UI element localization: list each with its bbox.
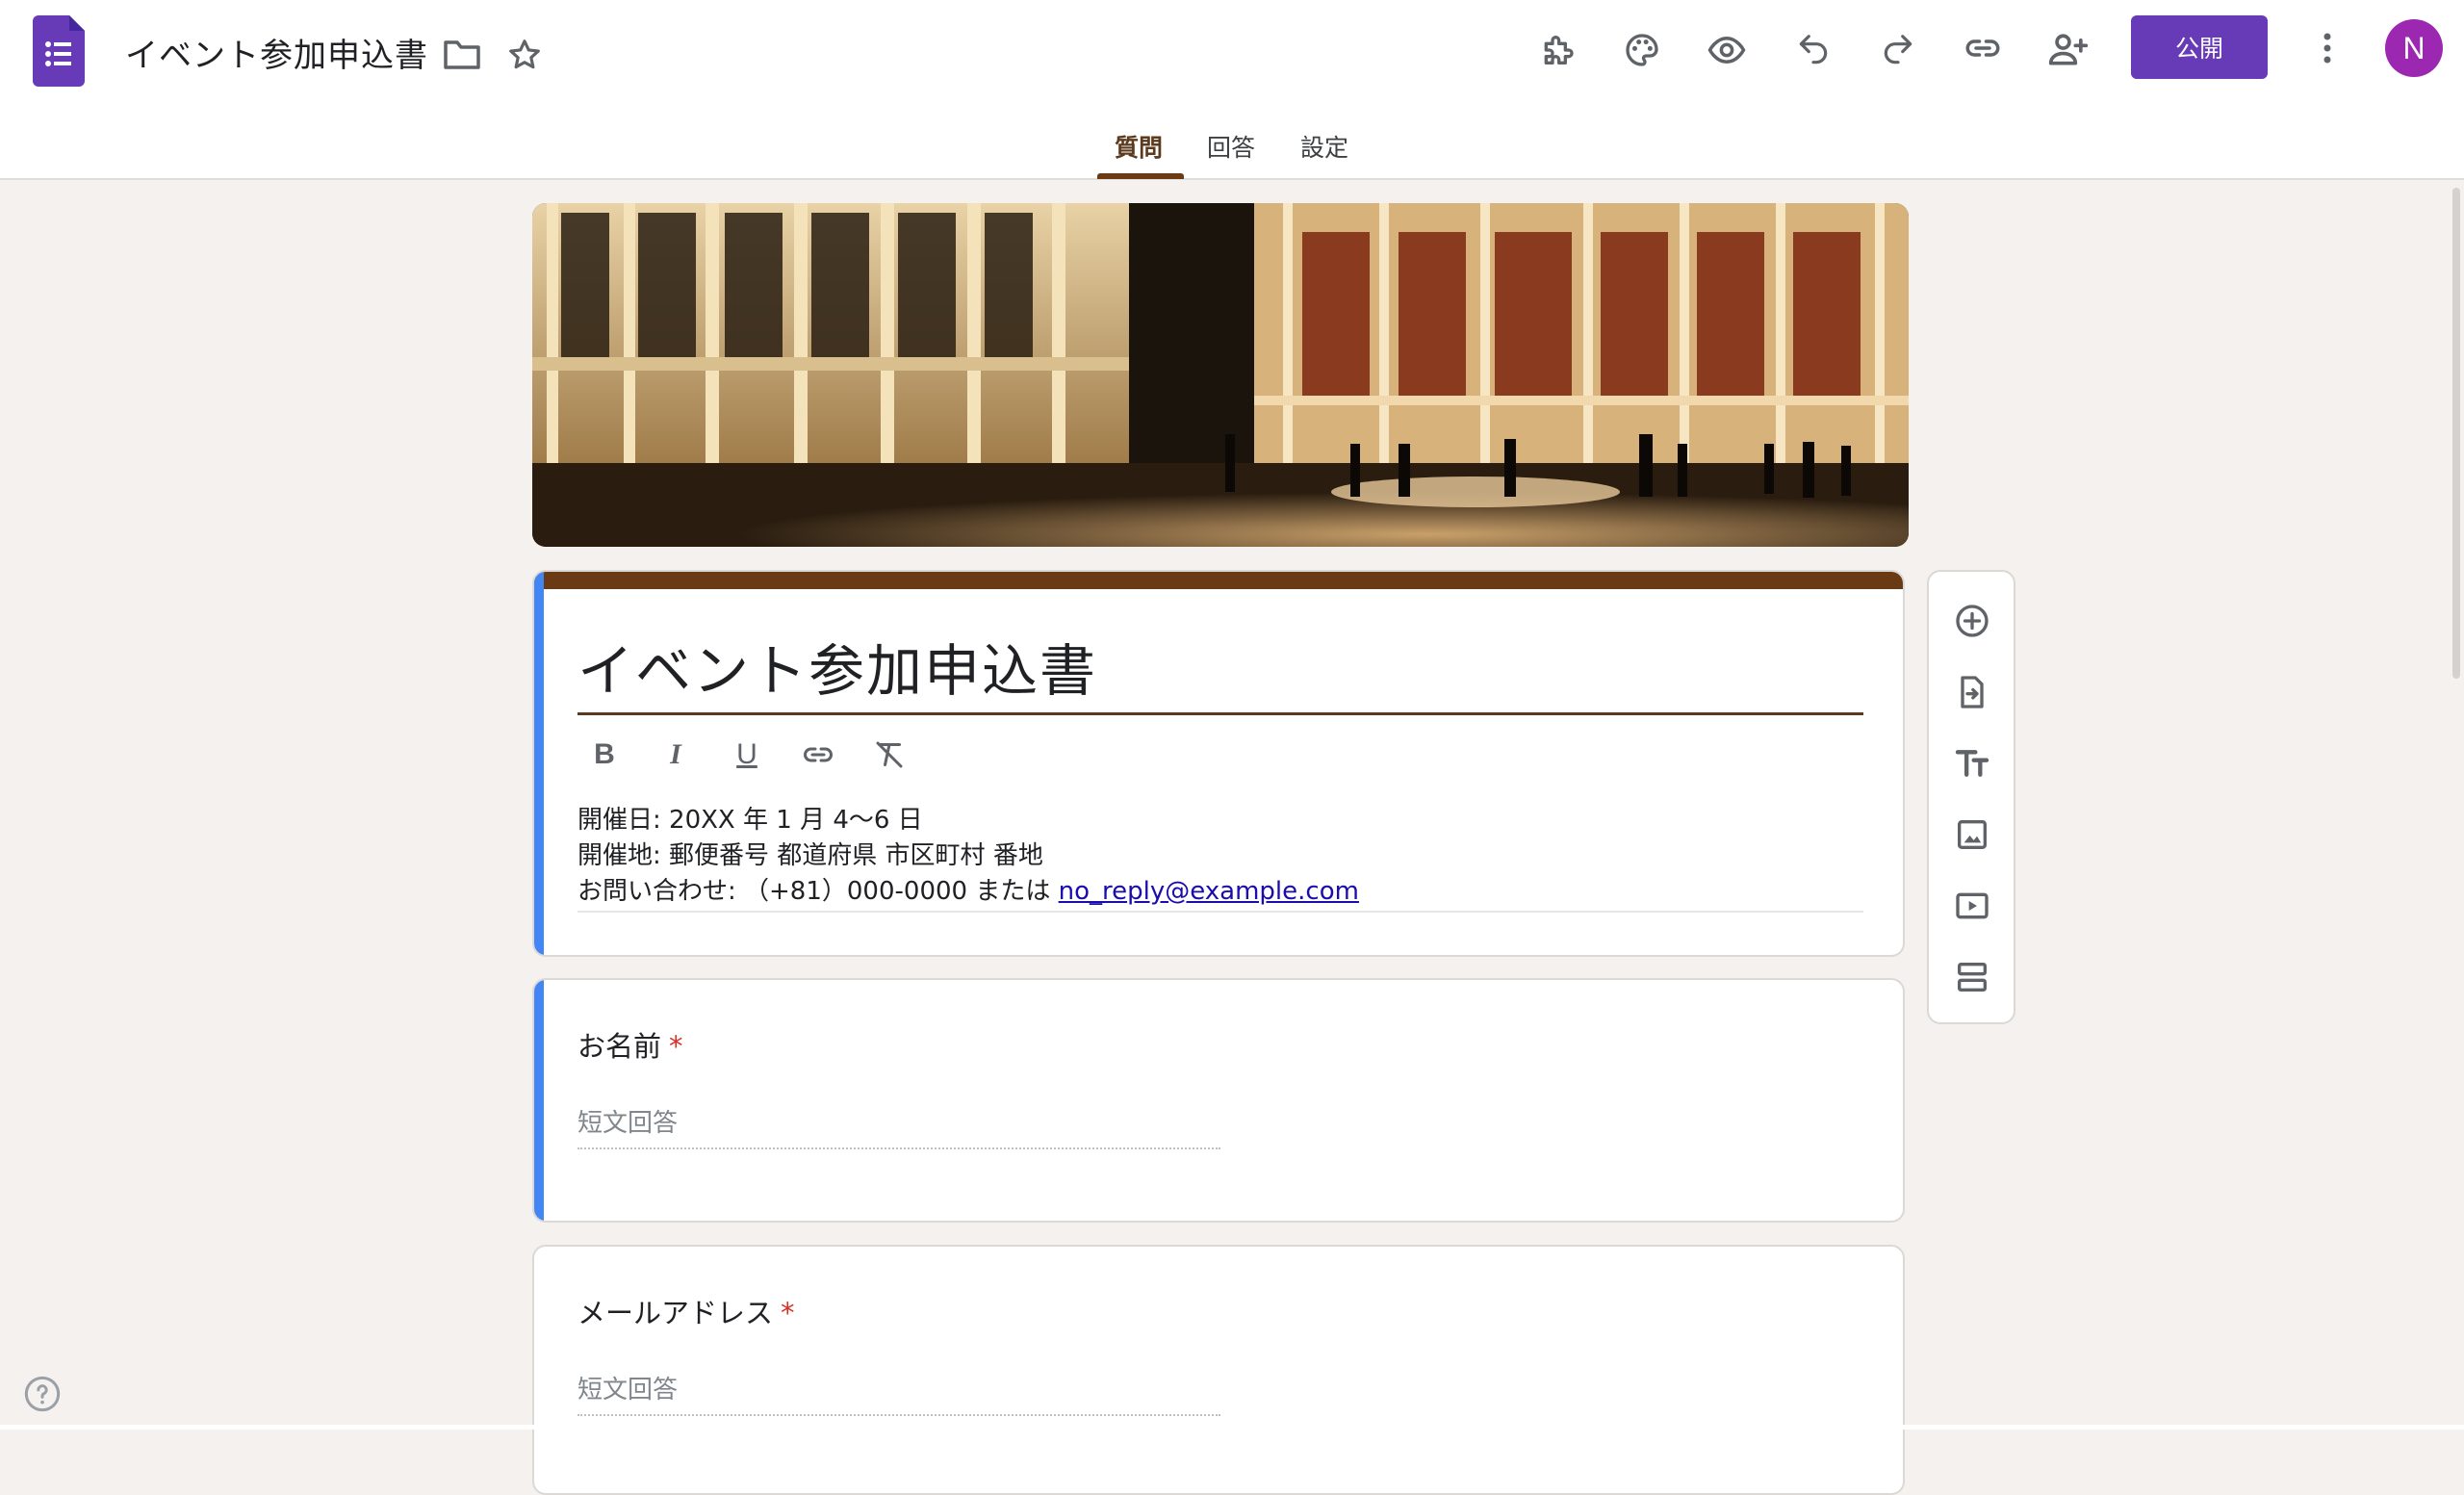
question-title-text: お名前: [578, 1030, 662, 1063]
account-avatar[interactable]: N: [2385, 19, 2443, 77]
contact-email-link[interactable]: no_reply@example.com: [1059, 877, 1359, 906]
tab-settings[interactable]: 設定: [1300, 129, 1348, 164]
question-title: メールアドレス *: [578, 1291, 795, 1331]
redo-icon[interactable]: [1875, 27, 1921, 73]
tab-responses[interactable]: 回答: [1207, 129, 1255, 164]
underline-icon[interactable]: U: [718, 726, 776, 784]
active-card-indicator: [534, 980, 544, 1221]
bottom-edge: [0, 1425, 2464, 1430]
star-icon[interactable]: [502, 33, 547, 77]
add-image-icon[interactable]: [1944, 807, 2000, 863]
add-ons-icon[interactable]: [1534, 27, 1580, 73]
question-card[interactable]: メールアドレス * 短文回答: [532, 1245, 1905, 1495]
add-question-icon[interactable]: [1944, 593, 2000, 649]
active-card-indicator: [534, 572, 544, 955]
palette-icon[interactable]: [1619, 27, 1665, 73]
form-title[interactable]: イベント参加申込書: [578, 626, 1097, 707]
short-answer-placeholder: 短文回答: [578, 1376, 679, 1405]
floating-toolbar: [1927, 570, 2015, 1024]
forms-logo-icon[interactable]: [33, 15, 85, 87]
tab-questions[interactable]: 質問: [1115, 129, 1163, 164]
form-description[interactable]: 開催日: 20XX 年 1 月 4〜6 日 開催地: 郵便番号 都道府県 市区町…: [578, 803, 1359, 910]
required-asterisk: *: [781, 1297, 795, 1329]
top-bar: イベント参加申込書 公開 N 質問 回答 設定: [0, 0, 2464, 180]
document-title[interactable]: イベント参加申込書: [125, 29, 428, 76]
active-tab-indicator: [1097, 173, 1184, 179]
description-underline: [578, 911, 1863, 913]
question-title-text: メールアドレス: [578, 1297, 774, 1329]
import-questions-icon[interactable]: [1944, 664, 2000, 720]
link-icon[interactable]: [789, 726, 847, 784]
description-line-contact: お問い合わせ: （+81）000-0000 または no_reply@examp…: [578, 874, 1359, 910]
answer-underline: [578, 1414, 1220, 1416]
link-icon[interactable]: [1960, 25, 2006, 71]
help-icon[interactable]: [23, 1375, 62, 1413]
form-title-card[interactable]: イベント参加申込書 B I U 開催日: 20XX 年 1 月 4〜6 日 開催…: [532, 570, 1905, 957]
title-underline: [578, 712, 1863, 715]
description-line-venue: 開催地: 郵便番号 都道府県 市区町村 番地: [578, 841, 1043, 870]
description-line-date: 開催日: 20XX 年 1 月 4〜6 日: [578, 806, 923, 835]
undo-icon[interactable]: [1790, 27, 1836, 73]
add-title-icon[interactable]: [1944, 735, 2000, 791]
answer-underline: [578, 1147, 1220, 1149]
clear-format-icon[interactable]: [860, 726, 918, 784]
bold-icon[interactable]: B: [576, 726, 633, 784]
folder-icon[interactable]: [439, 35, 485, 73]
add-section-icon[interactable]: [1944, 949, 2000, 1005]
italic-icon[interactable]: I: [647, 726, 705, 784]
header-banner-image: [532, 203, 1909, 547]
short-answer-placeholder: 短文回答: [578, 1109, 679, 1138]
add-video-icon[interactable]: [1944, 878, 2000, 934]
publish-button[interactable]: 公開: [2131, 15, 2268, 79]
preview-eye-icon[interactable]: [1704, 27, 1750, 73]
add-collaborator-icon[interactable]: [2044, 25, 2092, 73]
question-title: お名前 *: [578, 1024, 683, 1065]
theme-color-bar: [534, 572, 1903, 589]
more-vert-icon[interactable]: [2306, 27, 2348, 69]
question-card[interactable]: お名前 * 短文回答: [532, 978, 1905, 1223]
scrollbar-thumb[interactable]: [2452, 188, 2460, 679]
contact-text: お問い合わせ: （+81）000-0000 または: [578, 877, 1059, 906]
required-asterisk: *: [669, 1030, 683, 1063]
